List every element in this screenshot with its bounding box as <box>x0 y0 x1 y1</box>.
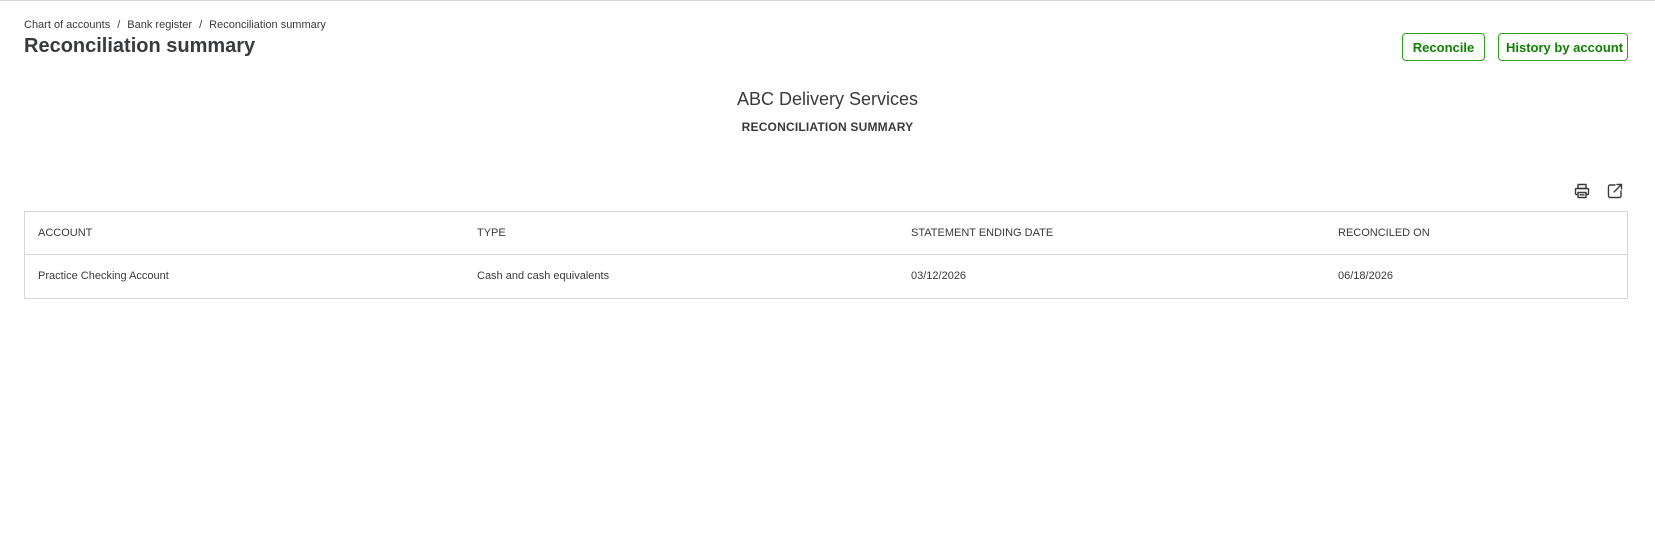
history-by-account-button[interactable]: History by account <box>1498 33 1628 61</box>
breadcrumb-separator: / <box>199 19 203 31</box>
column-header-account[interactable]: ACCOUNT <box>38 212 92 255</box>
table-header-row: ACCOUNT TYPE STATEMENT ENDING DATE RECON… <box>25 212 1627 255</box>
reconciliation-summary-page: Chart of accounts / Bank register / Reconcil… <box>0 0 1655 560</box>
report-header: ABC Delivery Services RECONCILIATION SUM… <box>0 89 1655 134</box>
reconcile-button[interactable]: Reconcile <box>1402 33 1485 61</box>
company-name: ABC Delivery Services <box>736 89 919 109</box>
column-header-statement-ending-date[interactable]: STATEMENT ENDING DATE <box>911 212 1053 255</box>
table-row[interactable]: Practice Checking Account Cash and cash … <box>25 255 1627 298</box>
cell-account: Practice Checking Account <box>38 270 169 282</box>
report-title: RECONCILIATION SUMMARY <box>741 120 914 134</box>
breadcrumb-bank-register[interactable]: Bank register <box>127 19 192 31</box>
breadcrumb: Chart of accounts / Bank register / Reconcil… <box>24 19 326 31</box>
column-header-reconciled-on[interactable]: RECONCILED ON <box>1338 212 1430 255</box>
column-header-type[interactable]: TYPE <box>477 212 506 255</box>
cell-type: Cash and cash equivalents <box>477 270 610 282</box>
export-icon[interactable] <box>1606 182 1624 200</box>
breadcrumb-separator: / <box>117 19 121 31</box>
cell-statement-ending-date: 03/12/2026 <box>911 270 967 282</box>
page-title: Reconciliation summary <box>24 35 256 57</box>
reconciliation-table: ACCOUNT TYPE STATEMENT ENDING DATE RECON… <box>24 211 1628 299</box>
cell-reconciled-on: 06/18/2026 <box>1338 270 1394 282</box>
printer-icon[interactable] <box>1573 182 1591 200</box>
breadcrumb-current: Reconciliation summary <box>209 19 326 31</box>
breadcrumb-chart-of-accounts[interactable]: Chart of accounts <box>24 19 110 31</box>
